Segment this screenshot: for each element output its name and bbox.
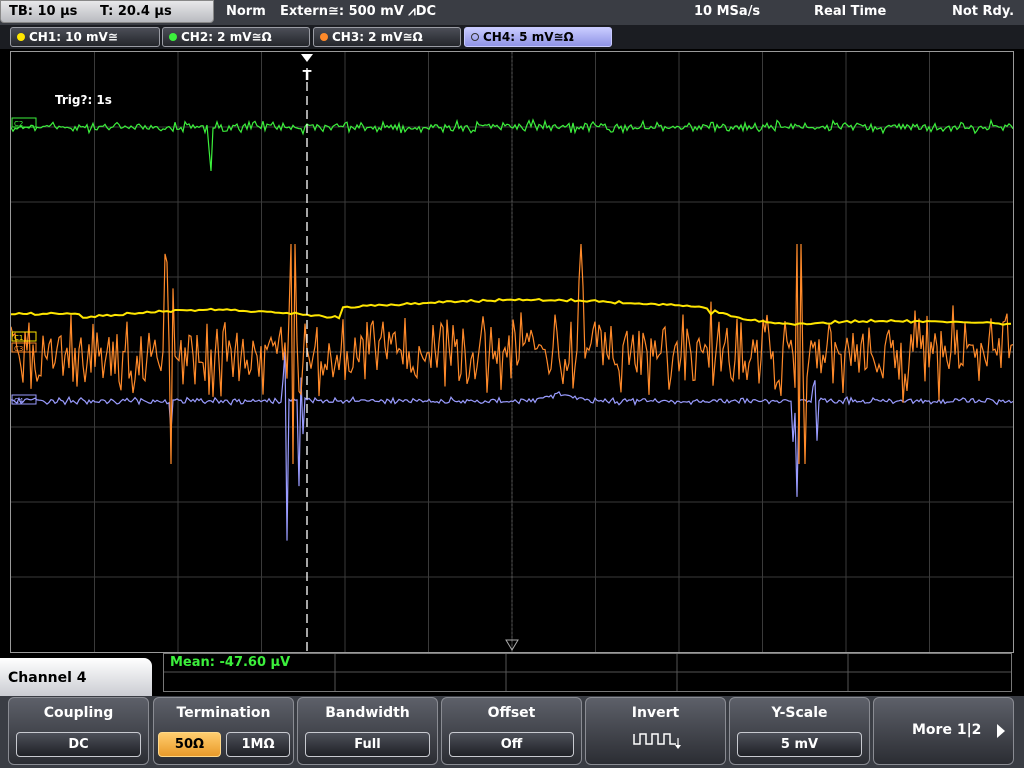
ch4-marker-label: C4 — [14, 397, 24, 405]
trigger-mode[interactable]: Norm — [226, 3, 266, 21]
yscale-value[interactable]: 5 mV — [737, 732, 862, 757]
ch1-color-dot — [17, 33, 25, 41]
waveform-canvas: T Trig?: 1s C2 C1 C3 C4 — [11, 52, 1013, 652]
termination-1mohm-button[interactable]: 1MΩ — [226, 732, 290, 757]
ch3-label: CH3: 2 mV≅Ω — [332, 30, 423, 44]
invert-title: Invert — [631, 705, 680, 721]
more-label: More 1|2 — [912, 722, 982, 738]
waveform-display[interactable]: T Trig?: 1s C2 C1 C3 C4 — [10, 51, 1014, 653]
offset-value[interactable]: Off — [449, 732, 574, 757]
channel-tabs: CH1: 10 mV≅ CH2: 2 mV≅Ω CH3: 2 mV≅Ω CH4:… — [0, 25, 1024, 49]
termination-title: Termination — [176, 705, 271, 721]
next-page-icon — [997, 724, 1005, 738]
trigger-source[interactable]: Extern≅: 500 mV ⩘DC — [280, 3, 436, 21]
tab-ch2[interactable]: CH2: 2 mV≅Ω — [162, 27, 310, 47]
offset-softkey[interactable]: Offset Off — [441, 697, 582, 765]
invert-softkey[interactable]: Invert — [585, 697, 726, 765]
offset-title: Offset — [487, 705, 536, 721]
ch2-marker-label: C2 — [14, 120, 23, 128]
softkey-bar: Coupling DC Termination 50Ω 1MΩ Bandwidt… — [0, 696, 1024, 768]
menu-title: Channel 4 — [0, 658, 152, 698]
trigger-position-icon[interactable] — [301, 54, 313, 62]
timebase-box[interactable]: TB: 10 µs T: 20.4 µs — [0, 0, 214, 23]
sample-rate: 10 MSa/s — [694, 4, 761, 19]
bandwidth-softkey[interactable]: Bandwidth Full — [297, 697, 438, 765]
ch3-marker-label: C3 — [14, 345, 23, 353]
status-bar: TB: 10 µs T: 20.4 µs Norm Extern≅: 500 m… — [0, 0, 1024, 25]
tab-ch1[interactable]: CH1: 10 mV≅ — [10, 27, 160, 47]
ch1-trace — [11, 297, 1012, 326]
ch2-color-dot — [169, 33, 177, 41]
more-softkey[interactable]: More 1|2 — [873, 697, 1014, 765]
acquisition-mode[interactable]: Real Time — [814, 3, 886, 21]
coupling-value[interactable]: DC — [16, 732, 141, 757]
bandwidth-value[interactable]: Full — [305, 732, 430, 757]
termination-50ohm-button[interactable]: 50Ω — [158, 732, 221, 757]
ch2-ground-marker[interactable]: C2 — [11, 117, 37, 128]
ch2-label: CH2: 2 mV≅Ω — [181, 30, 272, 44]
invert-waveform-icon — [633, 733, 681, 749]
yscale-softkey[interactable]: Y-Scale 5 mV — [729, 697, 870, 765]
termination-softkey[interactable]: Termination 50Ω 1MΩ — [153, 697, 294, 765]
measurement-grid — [164, 654, 1011, 691]
trigger-marker: T — [303, 69, 312, 84]
trigger-time-readout: T: 20.4 µs — [99, 4, 172, 19]
coupling-title: Coupling — [43, 705, 114, 721]
timebase-readout: TB: 10 µs — [9, 4, 78, 19]
trigger-readout: Trig?: 1s — [55, 93, 112, 107]
ch1-ground-marker[interactable]: C1 — [11, 331, 37, 342]
ch4-label: CH4: 5 mV≅Ω — [483, 30, 574, 44]
measurement-panel[interactable]: Mean: -47.60 µV — [163, 653, 1012, 692]
tab-ch4[interactable]: CH4: 5 mV≅Ω — [464, 27, 612, 47]
coupling-softkey[interactable]: Coupling DC — [8, 697, 149, 765]
ch1-label: CH1: 10 mV≅ — [29, 30, 118, 44]
ch3-color-dot — [320, 33, 328, 41]
bandwidth-title: Bandwidth — [325, 705, 410, 721]
tab-ch3[interactable]: CH3: 2 mV≅Ω — [313, 27, 461, 47]
yscale-title: Y-Scale — [771, 705, 828, 721]
trigger-status: Not Rdy. — [952, 4, 1015, 19]
ch1-marker-label: C1 — [14, 334, 23, 342]
ch4-color-dot — [471, 33, 479, 41]
